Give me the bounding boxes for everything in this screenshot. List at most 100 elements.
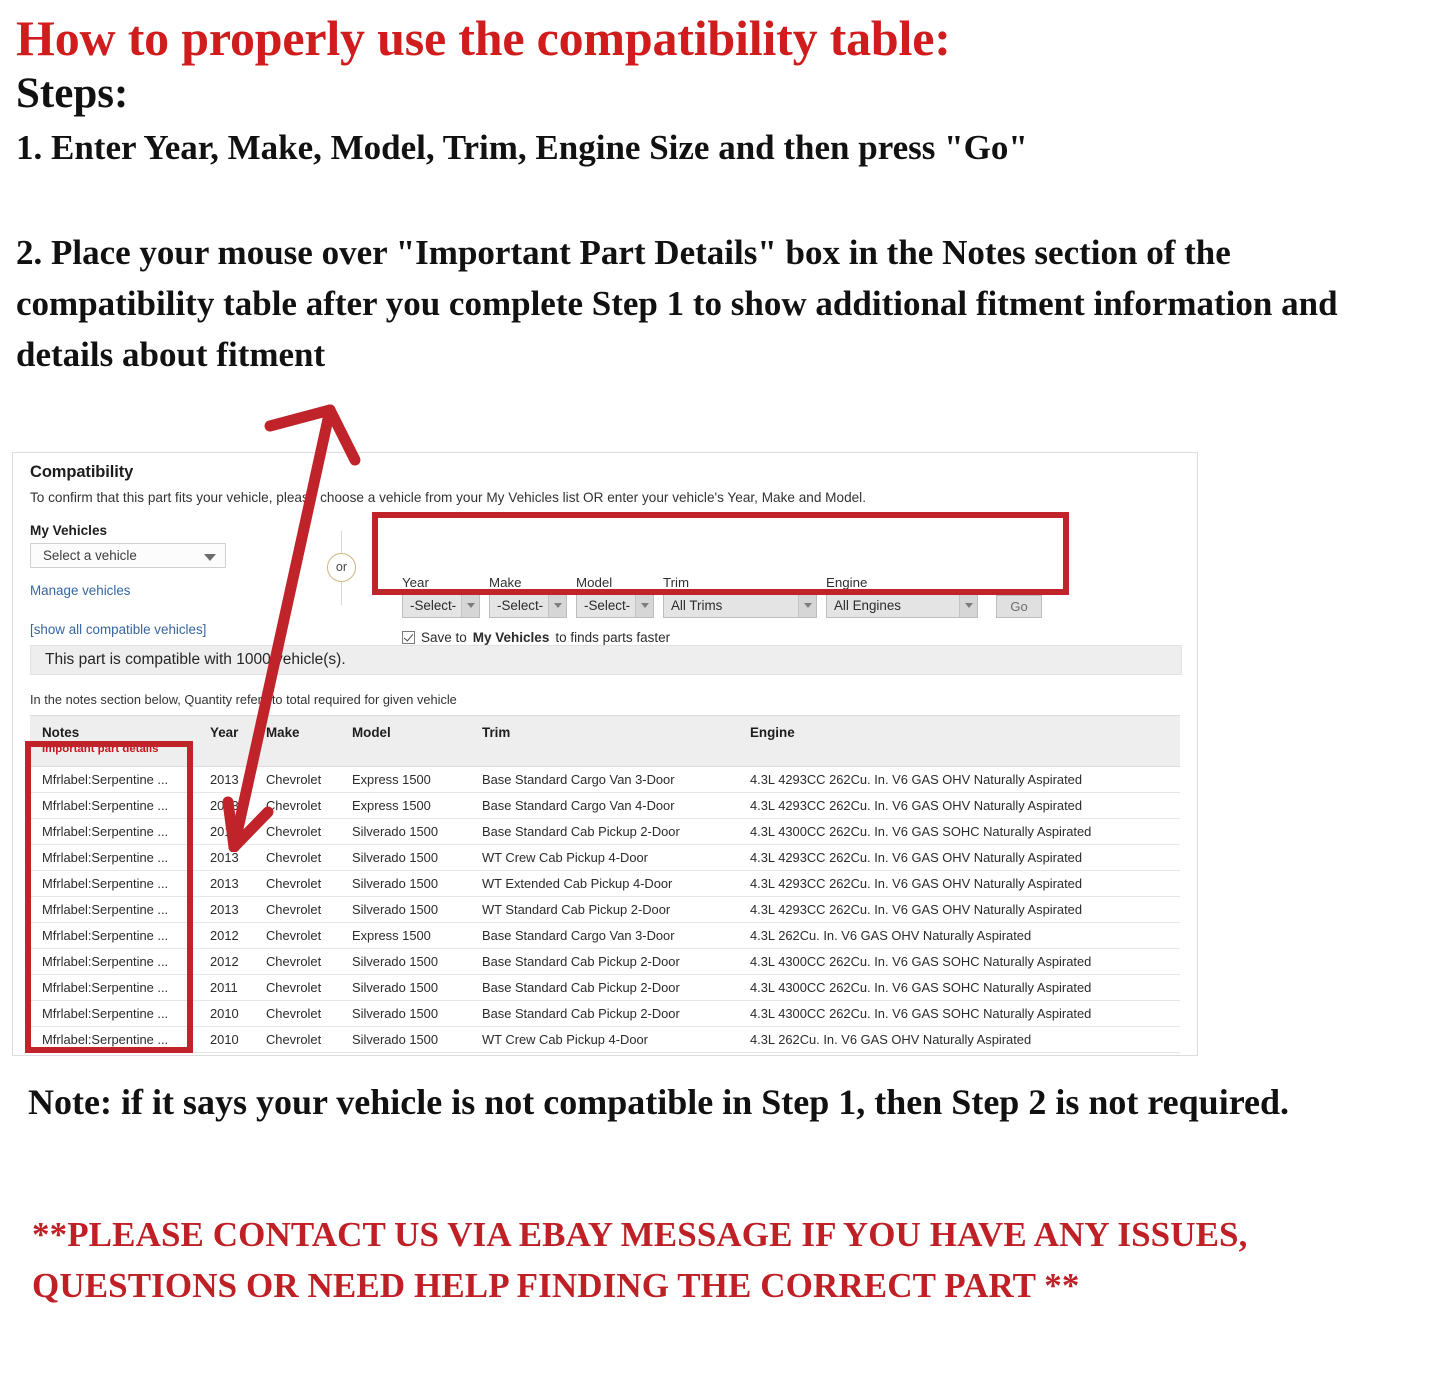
cell-trim: Base Standard Cab Pickup 2-Door [470,974,738,1001]
make-select[interactable]: -Select- [489,593,567,618]
save-suffix-text: to finds parts faster [555,630,671,645]
cell-year: 2013 [198,766,254,793]
table-row: Mfrlabel:Serpentine ... 2013 Chevrolet Silv… [30,844,1180,871]
cell-engine: 4.3L 262Cu. In. V6 GAS OHV Naturally Asp… [738,922,1180,949]
cell-year: 2013 [198,896,254,923]
model-label: Model [576,575,613,590]
column-header-model: Model [340,715,470,767]
chevron-down-icon [798,594,816,617]
table-row: Mfrlabel:Serpentine ...2010ChevroletSilv… [30,1052,1180,1055]
cell-model: Silverado 1500 [340,974,470,1001]
trim-label: Trim [663,575,690,590]
cell-notes[interactable]: Mfrlabel:Serpentine ... [30,818,198,845]
cell-notes[interactable]: Mfrlabel:Serpentine ... [30,948,198,975]
trim-select[interactable]: All Trims [663,593,817,618]
cell-notes[interactable]: Mfrlabel:Serpentine ... [30,1052,198,1055]
vehicle-finder-form: Year -Select- Make -Select- Model -Selec… [402,575,1042,645]
cell-year: 2010 [198,1000,254,1027]
compatibility-panel: Compatibility To confirm that this part … [12,452,1198,1056]
cell-model: Silverado 1500 [340,948,470,975]
column-header-make: Make [254,715,340,767]
cell-notes[interactable]: Mfrlabel:Serpentine ... [30,844,198,871]
vehicle-select-dropdown[interactable]: Select a vehicle [30,543,226,568]
save-to-my-vehicles-checkbox[interactable] [402,631,415,644]
instructions-block: How to properly use the compatibility ta… [16,10,1416,380]
my-vehicles-label: My Vehicles [30,523,108,538]
cell-model: Express 1500 [340,792,470,819]
chevron-down-icon [461,594,479,617]
cell-notes[interactable]: Mfrlabel:Serpentine ... [30,870,198,897]
cell-notes[interactable]: Mfrlabel:Serpentine ... [30,896,198,923]
vehicle-select-value: Select a vehicle [43,548,137,563]
cell-model: Silverado 1500 [340,896,470,923]
cell-make: Chevrolet [254,792,340,819]
or-divider: or [320,531,364,605]
cell-notes[interactable]: Mfrlabel:Serpentine ... [30,792,198,819]
page-title: How to properly use the compatibility ta… [16,10,951,66]
fitment-table-body: Mfrlabel:Serpentine ... 2013 Chevrolet Expr… [30,766,1180,1055]
table-row: Mfrlabel:Serpentine ...2010ChevroletSilv… [30,1026,1180,1053]
save-to-my-vehicles-row: Save to My Vehicles to finds parts faste… [402,630,1042,645]
cell-trim: Base Standard Cargo Van 3-Door [470,766,738,793]
year-select[interactable]: -Select- [402,593,480,618]
table-row: Mfrlabel:Serpentine ... 2013 Chevrolet Silv… [30,818,1180,845]
table-row: Mfrlabel:Serpentine ... 2013 Chevrolet Silv… [30,896,1180,923]
cell-trim: WT Standard Cab Pickup 2-Door [470,896,738,923]
cell-make: Chevrolet [254,1026,340,1053]
or-divider-label: or [327,553,356,582]
year-label: Year [402,575,429,590]
footer-contact-text: **PLEASE CONTACT US VIA EBAY MESSAGE IF … [32,1215,1248,1305]
cell-trim: Base Standard Cab Pickup 2-Door [470,818,738,845]
table-row: Mfrlabel:Serpentine ... 2012 Chevrolet Expr… [30,922,1180,949]
cell-year: 2013 [198,792,254,819]
year-value: -Select- [410,598,457,613]
make-field: Make -Select- [489,575,567,618]
cell-year: 2010 [198,1052,254,1055]
cell-year: 2012 [198,948,254,975]
cell-engine: 4.3L 4300CC 262Cu. In. V6 GAS SOHC Natur… [738,974,1180,1001]
fitment-table: Notes Important part details Year Make M… [30,715,1180,1055]
cell-engine: 4.3L 4293CC 262Cu. In. V6 GAS OHV Natura… [738,870,1180,897]
cell-model: Express 1500 [340,922,470,949]
model-field: Model -Select- [576,575,654,618]
cell-model: Silverado 1500 [340,844,470,871]
go-button[interactable]: Go [996,595,1042,618]
engine-select[interactable]: All Engines [826,593,978,618]
trim-field: Trim All Trims [663,575,817,618]
column-header-engine: Engine [738,715,1180,767]
step-2-text: 2. Place your mouse over "Important Part… [16,232,1338,375]
save-prefix-text: Save to [421,630,467,645]
column-header-year: Year [198,715,254,767]
finder-fields-row: Year -Select- Make -Select- Model -Selec… [402,575,1042,618]
cell-trim: WT Extended Cab Pickup 4-Door [470,870,738,897]
cell-model: Silverado 1500 [340,1000,470,1027]
cell-make: Chevrolet [254,974,340,1001]
important-part-details-label[interactable]: Important part details [42,743,198,755]
steps-label: Steps: [16,70,129,117]
cell-engine: 4.3L 4300CC 262Cu. In. V6 GAS SOHC Natur… [738,948,1180,975]
cell-notes[interactable]: Mfrlabel:Serpentine ... [30,1026,198,1053]
engine-value: All Engines [834,598,901,613]
cell-notes[interactable]: Mfrlabel:Serpentine ... [30,766,198,793]
cell-make: Chevrolet [254,818,340,845]
table-row: Mfrlabel:Serpentine ... 2011 Chevrolet Silv… [30,974,1180,1001]
cell-notes[interactable]: Mfrlabel:Serpentine ... [30,974,198,1001]
model-select[interactable]: -Select- [576,593,654,618]
cell-make: Chevrolet [254,922,340,949]
table-header-row: Notes Important part details Year Make M… [30,715,1180,767]
cell-notes[interactable]: Mfrlabel:Serpentine ... [30,922,198,949]
cell-trim: Base Standard Cab Pickup 2-Door [470,948,738,975]
compatibility-result-banner: This part is compatible with 1000 vehicl… [30,645,1182,675]
cell-trim: WT Crew Cab Pickup 4-Door [470,1026,738,1053]
notes-quantity-hint: In the notes section below, Quantity ref… [30,692,457,707]
cell-engine: 4.3L 4293CC 262Cu. In. V6 GAS OHV Natura… [738,844,1180,871]
cell-make: Chevrolet [254,1052,340,1055]
table-row: Mfrlabel:Serpentine ... 2013 Chevrolet Expr… [30,766,1180,793]
cell-notes[interactable]: Mfrlabel:Serpentine ... [30,1000,198,1027]
cell-trim: Base Standard Cargo Van 3-Door [470,922,738,949]
chevron-down-icon [548,594,566,617]
cell-engine: 4.3L 4300CC 262Cu. In. V6 GAS SOHC Natur… [738,1000,1180,1027]
cell-year: 2013 [198,870,254,897]
cell-engine: 4.3L 262Cu. In. V6 GAS OHV Naturally Asp… [738,1052,1180,1055]
save-bold-text: My Vehicles [472,630,550,645]
